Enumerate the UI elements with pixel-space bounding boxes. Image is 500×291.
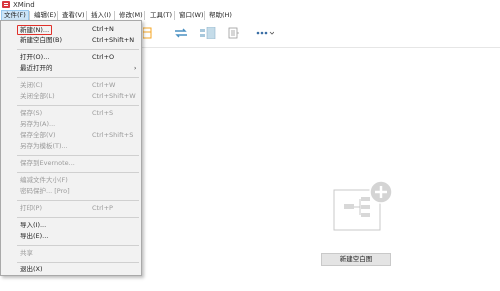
menu-item-save[interactable]: 保存(S) Ctrl+S — [2, 108, 140, 119]
title-bar: XMind — [0, 0, 500, 10]
menu-item-close[interactable]: 关闭(C) Ctrl+W — [2, 80, 140, 91]
menu-item-label: 退出(X) — [20, 265, 43, 273]
relationship-icon[interactable] — [174, 27, 188, 41]
menu-item-shortcut: Ctrl+N — [92, 25, 114, 33]
menu-separator — [17, 105, 139, 106]
menu-item-label: 另存为(A)... — [20, 120, 56, 128]
menu-item-label: 打开(O)... — [20, 53, 50, 61]
menu-item-label: 保存全部(V) — [20, 131, 56, 139]
menu-item-reduce-file-size[interactable]: 编减文件大小(F) — [2, 175, 140, 186]
menu-item-label: 关闭全部(L) — [20, 92, 55, 100]
menu-divider — [144, 11, 145, 20]
xmind-logo-icon — [2, 1, 10, 8]
menu-separator — [17, 245, 139, 246]
menu-item-print[interactable]: 打印(P) Ctrl+P — [2, 203, 140, 214]
menu-item-label: 新建(N)... — [17, 25, 53, 35]
menu-item-import[interactable]: 导入(I)... — [2, 220, 140, 231]
menu-divider — [57, 11, 58, 20]
menu-item-label: 新建空白图(B) — [20, 36, 63, 44]
menu-item-shortcut: Ctrl+Shift+W — [92, 92, 136, 100]
menu-item-shortcut: Ctrl+O — [92, 53, 115, 61]
file-menu-dropdown: 新建(N)... Ctrl+N 新建空白图(B) Ctrl+Shift+N 打开… — [0, 20, 142, 276]
menu-item-shortcut: Ctrl+Shift+N — [92, 36, 135, 44]
menu-item-label: 导出(E)... — [20, 232, 49, 240]
more-icon[interactable] — [256, 27, 275, 41]
menu-item-new[interactable]: 新建(N)... Ctrl+N — [2, 24, 140, 35]
new-blank-map-icon[interactable] — [333, 180, 399, 232]
menu-item-label: 最近打开的 — [20, 64, 53, 72]
menu-insert[interactable]: 插入(I) — [89, 11, 113, 20]
menu-item-save-to-evernote[interactable]: 保存到Evernote... — [2, 158, 140, 169]
menu-divider — [86, 11, 87, 20]
menu-separator — [17, 262, 139, 263]
menu-item-save-all[interactable]: 保存全部(V) Ctrl+Shift+S — [2, 130, 140, 141]
menu-item-close-all[interactable]: 关闭全部(L) Ctrl+Shift+W — [2, 91, 140, 102]
menu-modify[interactable]: 修改(M) — [117, 11, 145, 20]
menu-item-label: 共享 — [20, 249, 33, 257]
menu-item-export[interactable]: 导出(E)... — [2, 231, 140, 242]
menu-separator — [17, 49, 139, 50]
menu-item-save-as[interactable]: 另存为(A)... — [2, 119, 140, 130]
menu-divider — [29, 11, 30, 20]
note-icon[interactable] — [228, 27, 240, 42]
menu-separator — [17, 217, 139, 218]
menu-item-shortcut: Ctrl+S — [92, 109, 114, 117]
menu-divider — [114, 11, 115, 20]
menu-window[interactable]: 窗口(W) — [177, 11, 206, 20]
menu-separator — [17, 77, 139, 78]
menu-item-label: 编减文件大小(F) — [20, 176, 68, 184]
menu-view[interactable]: 查看(V) — [60, 11, 87, 20]
menu-item-recent[interactable]: 最近打开的 › — [2, 63, 140, 74]
menu-item-open[interactable]: 打开(O)... Ctrl+O — [2, 52, 140, 63]
menu-tools[interactable]: 工具(T) — [148, 11, 174, 20]
menu-edit[interactable]: 编辑(E) — [32, 11, 58, 20]
menu-item-save-as-template[interactable]: 另存为模板(T)... — [2, 141, 140, 152]
menu-item-shortcut: Ctrl+W — [92, 81, 116, 89]
menu-help[interactable]: 帮助(H) — [207, 11, 234, 20]
menu-separator — [17, 155, 139, 156]
menu-item-label: 导入(I)... — [20, 221, 47, 229]
menu-item-new-blank[interactable]: 新建空白图(B) Ctrl+Shift+N — [2, 35, 140, 46]
window-title: XMind — [13, 1, 35, 9]
menu-divider — [204, 11, 205, 20]
menu-item-exit[interactable]: 退出(X) — [2, 264, 140, 275]
menu-item-label: 打印(P) — [20, 204, 42, 212]
menu-item-label: 另存为模板(T)... — [20, 142, 68, 150]
submenu-arrow-icon: › — [134, 65, 137, 72]
summary-icon[interactable] — [200, 26, 216, 41]
new-topic-icon[interactable] — [142, 27, 153, 41]
menu-divider — [174, 11, 175, 20]
menu-item-password-protect[interactable]: 密码保护... [Pro] — [2, 186, 140, 197]
new-blank-map-button[interactable]: 新建空白图 — [321, 253, 391, 266]
menu-item-label: 关闭(C) — [20, 81, 43, 89]
menu-separator — [17, 200, 139, 201]
menu-separator — [17, 172, 139, 173]
menu-item-label: 保存到Evernote... — [20, 159, 75, 167]
menu-item-share[interactable]: 共享 — [2, 248, 140, 259]
menu-item-label: 保存(S) — [20, 109, 43, 117]
menu-item-label: 密码保护... [Pro] — [20, 187, 70, 195]
menu-item-shortcut: Ctrl+Shift+S — [92, 131, 134, 139]
menu-item-shortcut: Ctrl+P — [92, 204, 113, 212]
